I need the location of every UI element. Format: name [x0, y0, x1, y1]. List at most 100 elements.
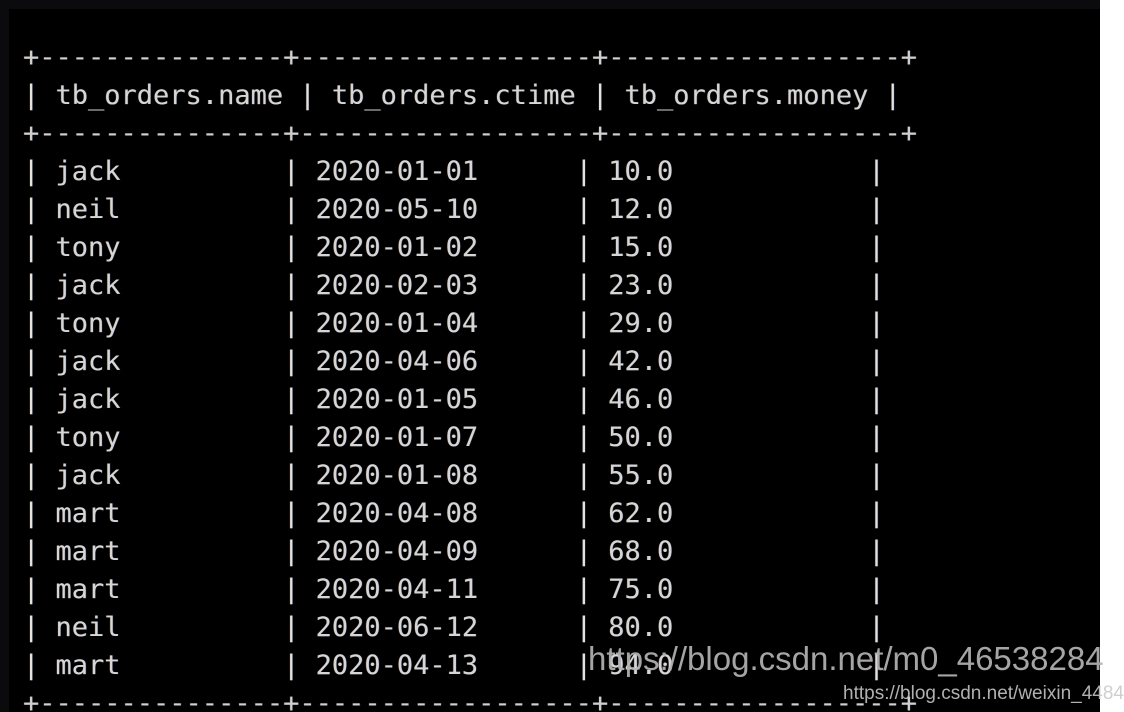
table-row: | jack | 2020-04-06 | 42.0 | [23, 343, 917, 381]
sql-result-table: +---------------+------------------+----… [23, 39, 917, 712]
row-divider-2: | [575, 536, 609, 567]
row-right-bar: | [868, 422, 885, 453]
row-right-bar: | [868, 156, 885, 187]
table-header-row: | tb_orders.name | tb_orders.ctime | tb_… [23, 77, 917, 115]
table-row: | jack | 2020-01-01 | 10.0 | [23, 153, 917, 191]
row-divider-1: | [283, 232, 316, 263]
cell-money: 12.0 [608, 194, 869, 225]
screenshot-root: +---------------+------------------+----… [0, 0, 1124, 712]
row-divider-2: | [575, 384, 609, 415]
table-row: | mart | 2020-04-11 | 75.0 | [23, 571, 917, 609]
row-divider-1: | [283, 460, 316, 491]
cell-money: 75.0 [608, 574, 869, 605]
cell-name: tony [55, 308, 284, 339]
row-right-bar: | [868, 346, 885, 377]
terminal-frame-right-edge [1100, 0, 1124, 712]
row-right-bar: | [868, 460, 885, 491]
table-row: | jack | 2020-01-05 | 46.0 | [23, 381, 917, 419]
table-row: | mart | 2020-04-09 | 68.0 | [23, 533, 917, 571]
row-right-bar: | [868, 194, 885, 225]
table-body: | jack | 2020-01-01 | 10.0 | | neil | 202… [23, 153, 917, 685]
row-divider-1: | [283, 270, 316, 301]
row-left-bar: | [23, 650, 56, 681]
cell-ctime: 2020-01-08 [315, 460, 576, 491]
cell-money: 23.0 [608, 270, 869, 301]
cell-money: 42.0 [608, 346, 869, 377]
cell-ctime: 2020-01-07 [315, 422, 576, 453]
row-divider-2: | [575, 232, 609, 263]
row-divider-2: | [575, 156, 609, 187]
table-row: | tony | 2020-01-07 | 50.0 | [23, 419, 917, 457]
cell-name: jack [55, 346, 284, 377]
table-row: | neil | 2020-06-12 | 80.0 | [23, 609, 917, 647]
cell-money: 10.0 [608, 156, 869, 187]
row-divider-2: | [575, 498, 609, 529]
table-row: | jack | 2020-02-03 | 23.0 | [23, 267, 917, 305]
row-divider-1: | [283, 650, 316, 681]
table-row: | neil | 2020-05-10 | 12.0 | [23, 191, 917, 229]
row-divider-1: | [283, 384, 316, 415]
row-divider-1: | [283, 574, 316, 605]
row-divider-2: | [575, 574, 609, 605]
cell-name: mart [55, 536, 284, 567]
row-left-bar: | [23, 384, 56, 415]
row-divider-1: | [283, 156, 316, 187]
row-left-bar: | [23, 232, 56, 263]
row-divider-2: | [575, 422, 609, 453]
cell-name: jack [55, 270, 284, 301]
row-divider-1: | [283, 612, 316, 643]
row-right-bar: | [868, 270, 885, 301]
table-row: | tony | 2020-01-02 | 15.0 | [23, 229, 917, 267]
cell-name: jack [55, 156, 284, 187]
cell-name: tony [55, 422, 284, 453]
cell-money: 29.0 [608, 308, 869, 339]
cell-name: neil [55, 194, 284, 225]
cell-money: 62.0 [608, 498, 869, 529]
cell-money: 94.0 [608, 650, 869, 681]
column-header-ctime: tb_orders.ctime [331, 80, 576, 111]
terminal-frame-left-edge [0, 0, 9, 712]
cell-name: jack [55, 384, 284, 415]
row-left-bar: | [23, 536, 56, 567]
row-divider-2: | [575, 612, 609, 643]
cell-name: neil [55, 612, 284, 643]
row-right-bar: | [868, 384, 885, 415]
table-row: | tony | 2020-01-04 | 29.0 | [23, 305, 917, 343]
cell-ctime: 2020-04-11 [315, 574, 576, 605]
cell-name: mart [55, 574, 284, 605]
row-divider-2: | [575, 308, 609, 339]
terminal-window: +---------------+------------------+----… [0, 0, 1100, 712]
row-left-bar: | [23, 80, 56, 111]
cell-ctime: 2020-04-13 [315, 650, 576, 681]
cell-name: mart [55, 498, 284, 529]
row-left-bar: | [23, 194, 56, 225]
row-divider-2: | [575, 650, 609, 681]
cell-ctime: 2020-05-10 [315, 194, 576, 225]
row-left-bar: | [23, 574, 56, 605]
row-divider-1: | [283, 422, 316, 453]
row-left-bar: | [23, 156, 56, 187]
cell-money: 15.0 [608, 232, 869, 263]
cell-ctime: 2020-06-12 [315, 612, 576, 643]
cell-money: 68.0 [608, 536, 869, 567]
cell-money: 80.0 [608, 612, 869, 643]
cell-money: 55.0 [608, 460, 869, 491]
table-header-border: +---------------+------------------+----… [23, 118, 918, 149]
cell-name: tony [55, 232, 284, 263]
row-right-bar: | [868, 536, 885, 567]
row-divider-1: | [283, 194, 316, 225]
cell-ctime: 2020-04-09 [315, 536, 576, 567]
table-row: | jack | 2020-01-08 | 55.0 | [23, 457, 917, 495]
table-row: | mart | 2020-04-13 | 94.0 | [23, 647, 917, 685]
row-left-bar: | [23, 270, 56, 301]
row-divider-1: | [283, 498, 316, 529]
row-divider-2: | [575, 346, 609, 377]
row-left-bar: | [23, 422, 56, 453]
column-header-money: tb_orders.money [624, 80, 869, 111]
row-left-bar: | [23, 308, 56, 339]
table-top-border: +---------------+------------------+----… [23, 42, 918, 73]
table-bottom-border: +---------------+------------------+----… [23, 688, 918, 712]
table-row: | mart | 2020-04-08 | 62.0 | [23, 495, 917, 533]
row-left-bar: | [23, 460, 56, 491]
row-left-bar: | [23, 346, 56, 377]
